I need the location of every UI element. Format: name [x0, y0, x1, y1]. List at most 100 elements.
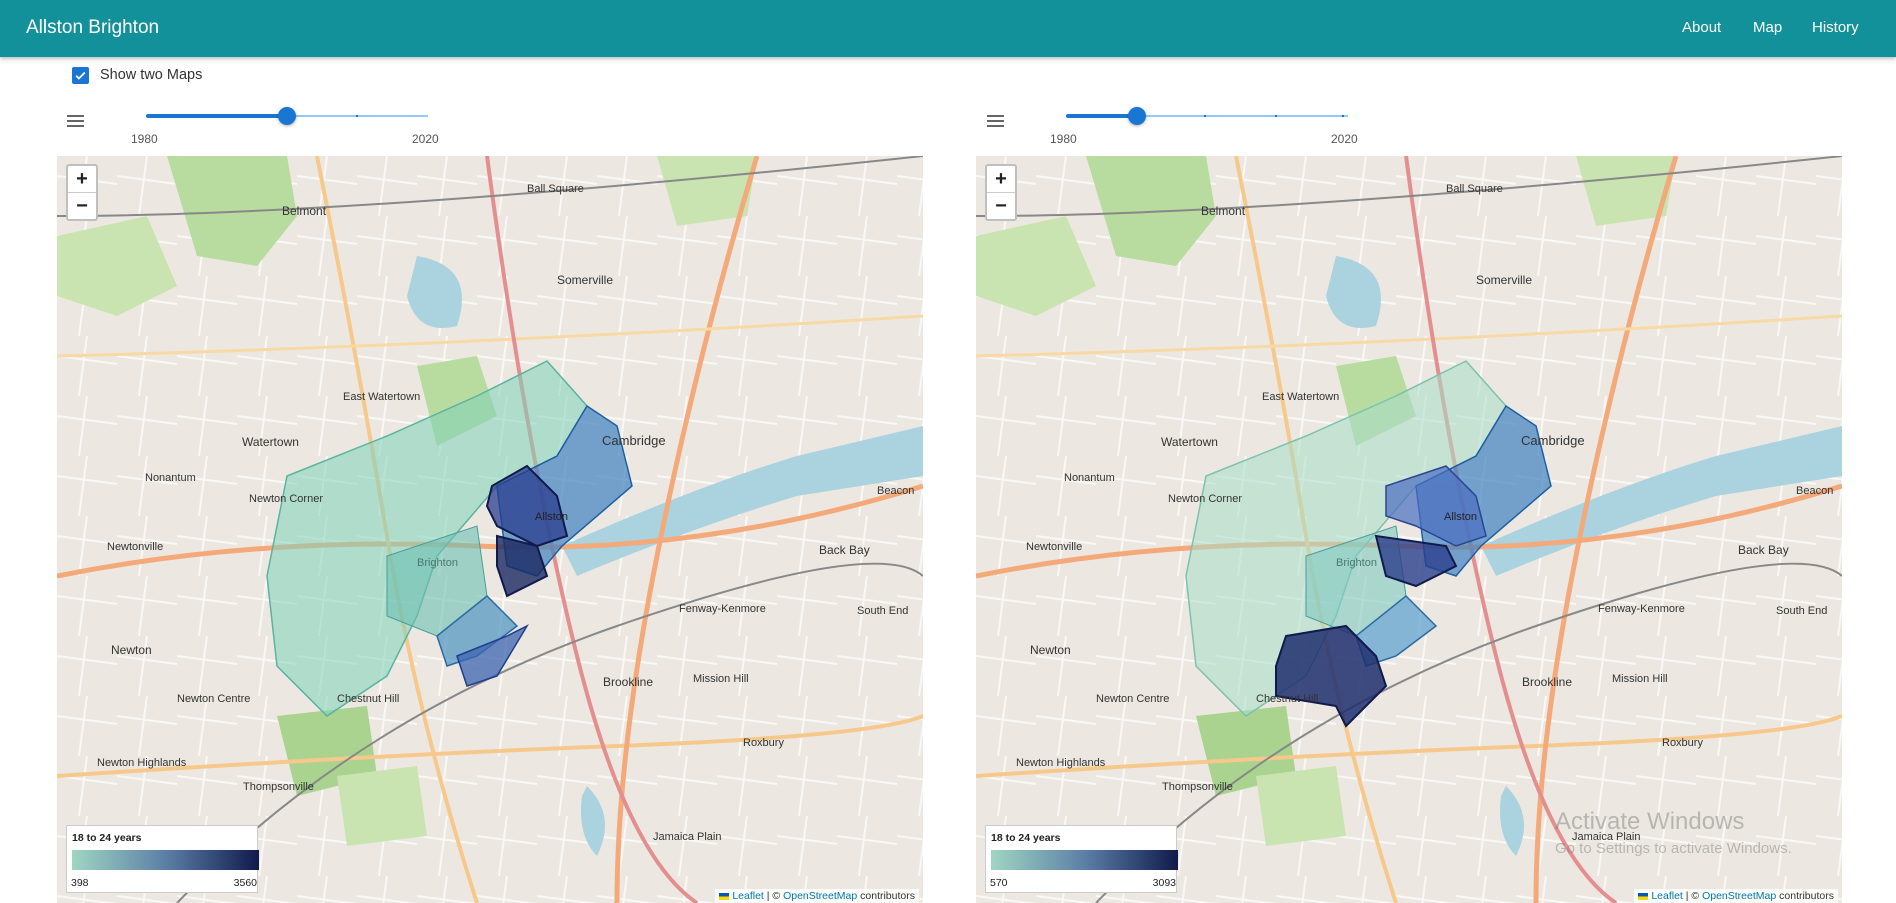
map-label: Brighton	[1336, 557, 1377, 569]
leaflet-link[interactable]: Leaflet	[732, 890, 764, 902]
map-label: East Watertown	[343, 391, 420, 403]
zoom-in-button[interactable]: +	[68, 166, 96, 193]
slider-max-label: 2020	[1331, 132, 1358, 146]
legend-max: 3093	[1152, 877, 1176, 889]
map-label: Chestnut Hill	[1256, 693, 1318, 705]
slider-mark	[1275, 115, 1277, 117]
slider-max-label: 2020	[412, 132, 439, 146]
osm-link[interactable]: OpenStreetMap	[783, 890, 857, 902]
map-label: Thompsonville	[1162, 781, 1233, 793]
map-label: East Watertown	[1262, 391, 1339, 403]
attribution-contrib: contributors	[857, 890, 915, 902]
slider-mark	[356, 115, 358, 117]
check-icon	[75, 71, 86, 80]
nav-about[interactable]: About	[1682, 19, 1721, 36]
map-label: Newtonville	[107, 541, 163, 553]
app-title[interactable]: Allston Brighton	[26, 17, 159, 39]
map-label: Newton Corner	[1168, 493, 1242, 505]
map-label: Newtonville	[1026, 541, 1082, 553]
activate-windows-watermark: Activate Windows	[1555, 808, 1745, 835]
map-label: South End	[1776, 605, 1827, 617]
map-label: Newton Highlands	[1016, 757, 1106, 769]
map-label: Ball Square	[1446, 183, 1503, 195]
map-label: Allston	[535, 511, 568, 523]
show-two-maps-checkbox[interactable]	[72, 66, 89, 84]
attribution: Leaflet | © OpenStreetMap contributors	[715, 889, 919, 903]
activate-windows-subtext: Go to Settings to activate Windows.	[1555, 840, 1792, 857]
year-slider-right[interactable]	[1066, 104, 1348, 128]
map-label: Belmont	[282, 204, 327, 218]
map-label: Newton Centre	[1096, 693, 1169, 705]
map-label: Back Bay	[1738, 543, 1789, 557]
show-two-maps-label: Show two Maps	[100, 67, 203, 83]
map-label: Watertown	[1161, 435, 1218, 449]
nav-map[interactable]: Map	[1753, 19, 1782, 36]
map-label: Cambridge	[602, 433, 666, 448]
legend-min: 398	[71, 877, 89, 889]
zoom-out-button[interactable]: −	[68, 193, 96, 219]
legend-gradient	[72, 850, 259, 870]
map-label: Roxbury	[743, 737, 784, 749]
map-right[interactable]: Belmont Somerville Ball Square Cambridge…	[976, 156, 1842, 903]
legend: 18 to 24 years 570 3093	[985, 825, 1178, 893]
slider-min-label: 1980	[1050, 132, 1077, 146]
map-label: Fenway-Kenmore	[1598, 603, 1685, 615]
attribution-contrib: contributors	[1776, 890, 1834, 902]
map-label: Belmont	[1201, 204, 1246, 218]
basemap[interactable]: Belmont Somerville Ball Square Cambridge…	[57, 156, 923, 903]
slider-mark	[1342, 115, 1344, 117]
map-label: Newton Highlands	[97, 757, 187, 769]
map-label: Beacon	[1796, 485, 1833, 497]
year-slider-left[interactable]	[146, 104, 428, 128]
legend-max: 3560	[233, 877, 257, 889]
map-label: Newton	[1030, 643, 1071, 657]
slider-track	[1066, 114, 1137, 118]
menu-icon[interactable]	[66, 114, 86, 130]
basemap[interactable]: Belmont Somerville Ball Square Cambridge…	[976, 156, 1842, 903]
map-label: Mission Hill	[1612, 673, 1668, 685]
map-label: Beacon	[877, 485, 914, 497]
legend-title: 18 to 24 years	[72, 832, 142, 844]
map-left[interactable]: Belmont Somerville Ball Square Cambridge…	[57, 156, 923, 903]
map-label: Newton	[111, 643, 152, 657]
zoom-in-button[interactable]: +	[987, 166, 1015, 193]
map-label: Allston	[1444, 511, 1477, 523]
legend-gradient	[991, 850, 1178, 870]
slider-thumb[interactable]	[1127, 107, 1146, 125]
map-label: Thompsonville	[243, 781, 314, 793]
attribution-sep: | ©	[763, 890, 784, 902]
zoom-control: + −	[985, 164, 1017, 221]
leaflet-link[interactable]: Leaflet	[1651, 890, 1683, 902]
show-two-maps-control[interactable]: Show two Maps	[72, 66, 202, 84]
osm-link[interactable]: OpenStreetMap	[1702, 890, 1776, 902]
slider-thumb[interactable]	[278, 107, 296, 125]
legend-title: 18 to 24 years	[991, 832, 1061, 844]
map-label: Roxbury	[1662, 737, 1703, 749]
map-label: Watertown	[242, 435, 299, 449]
attribution: Leaflet | © OpenStreetMap contributors	[1634, 889, 1838, 903]
slider-mark	[1204, 115, 1206, 117]
slider-mark	[215, 115, 217, 117]
nav-history[interactable]: History	[1812, 19, 1859, 36]
app-bar: Allston Brighton About Map History	[0, 0, 1896, 57]
zoom-control: + −	[66, 164, 98, 221]
map-label: Somerville	[1476, 273, 1532, 287]
map-label: Chestnut Hill	[337, 693, 399, 705]
zoom-out-button[interactable]: −	[987, 193, 1015, 219]
legend-min: 570	[990, 877, 1008, 889]
map-label: Brighton	[417, 557, 458, 569]
slider-min-label: 1980	[131, 132, 158, 146]
map-label: Mission Hill	[693, 673, 749, 685]
legend: 18 to 24 years 398 3560	[66, 825, 259, 893]
menu-icon[interactable]	[986, 114, 1006, 130]
map-label: Somerville	[557, 273, 613, 287]
map-label: Nonantum	[145, 472, 196, 484]
attribution-sep: | ©	[1682, 890, 1703, 902]
map-label: Jamaica Plain	[653, 831, 721, 843]
ukraine-flag-icon	[719, 892, 730, 900]
ukraine-flag-icon	[1638, 892, 1649, 900]
map-label: Fenway-Kenmore	[679, 603, 766, 615]
map-label: Back Bay	[819, 543, 870, 557]
map-label: Ball Square	[527, 183, 584, 195]
map-label: South End	[857, 605, 908, 617]
